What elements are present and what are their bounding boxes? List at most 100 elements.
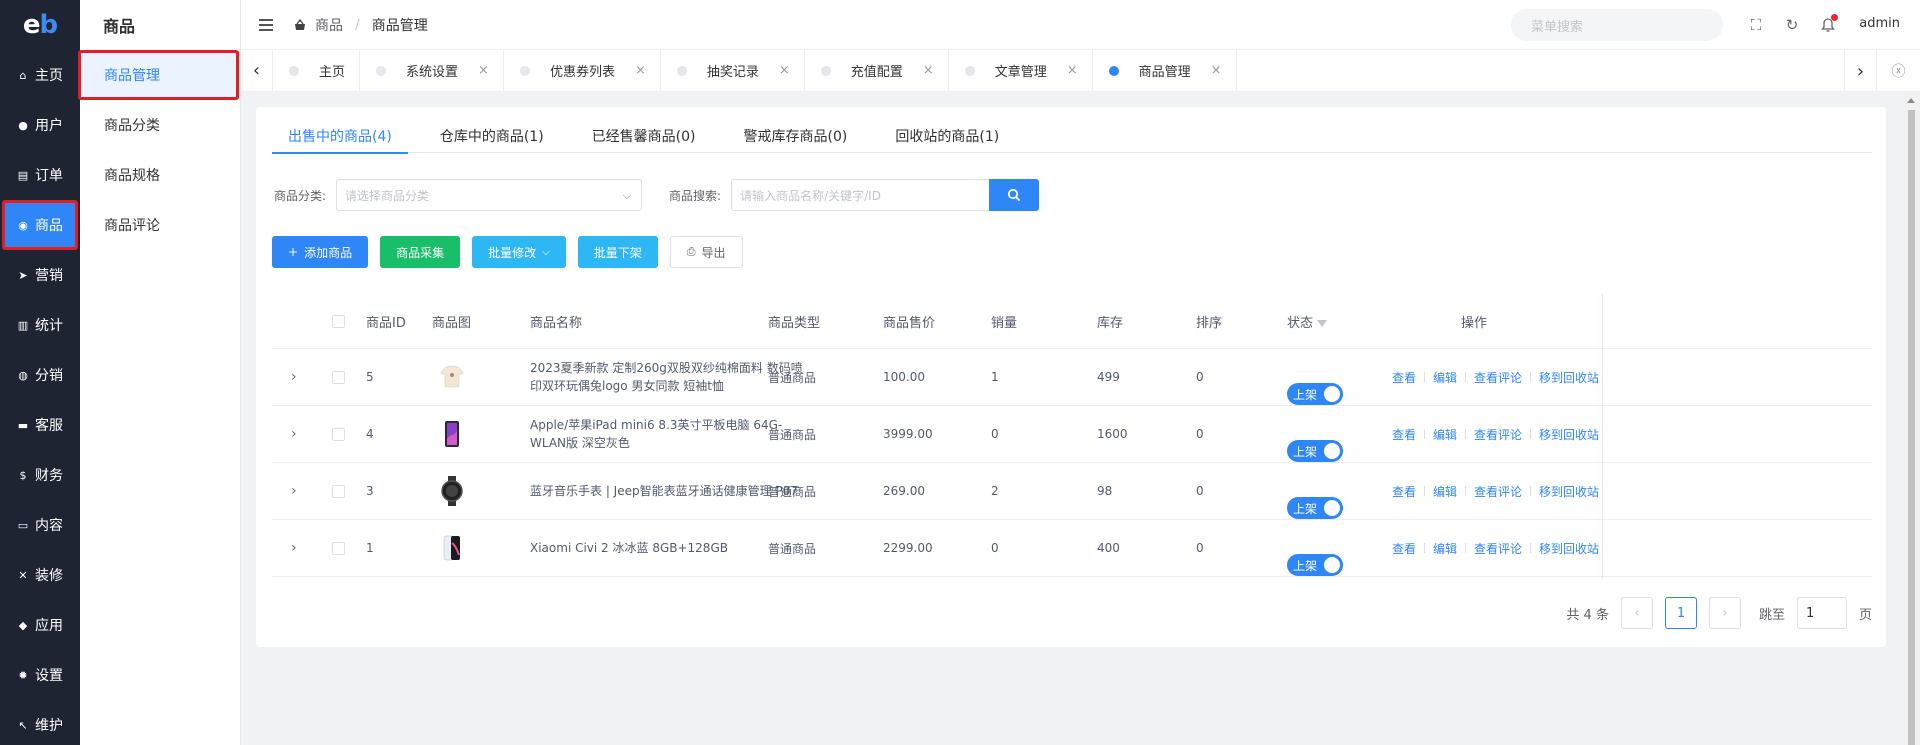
fullscreen-icon[interactable]: ⛶ xyxy=(1748,17,1764,33)
scroll-up-icon[interactable] xyxy=(1907,98,1915,103)
edit-link[interactable]: 编辑 xyxy=(1433,483,1457,500)
expand-row-icon[interactable]: › xyxy=(291,369,297,385)
view-comments-link[interactable]: 查看评论 xyxy=(1474,483,1522,500)
nav-item-hammer[interactable]: ↖ 维护 xyxy=(0,700,80,745)
export-button[interactable]: ⎙ 导出 xyxy=(669,236,743,268)
product-thumbnail[interactable] xyxy=(437,533,467,563)
app-logo[interactable]: eb xyxy=(0,0,80,50)
tab-item[interactable]: 仓库中的商品(1) xyxy=(424,119,560,153)
expand-row-icon[interactable]: › xyxy=(291,540,297,556)
tab-item[interactable]: 回收站的商品(1) xyxy=(879,119,1015,153)
move-to-trash-link[interactable]: 移到回收站 xyxy=(1539,369,1599,386)
user-name[interactable]: admin xyxy=(1859,16,1900,31)
tag-item[interactable]: 系统设置 × xyxy=(360,49,504,92)
page-number-button[interactable]: 1 xyxy=(1664,597,1697,629)
nav-item-gear[interactable]: ✹ 设置 xyxy=(0,650,80,700)
table-row[interactable]: › 5 2023夏季新款 定制260g双股双纱纯棉面料 数码喷印双环玩偶兔logo … xyxy=(272,349,1872,406)
nav-item-cube[interactable]: ◆ 应用 xyxy=(0,600,80,650)
nav-item-chart[interactable]: ▥ 统计 xyxy=(0,300,80,350)
product-thumbnail[interactable] xyxy=(437,362,467,392)
tags-scroll-right-icon[interactable]: › xyxy=(1844,50,1876,92)
batch-edit-button[interactable]: 批量修改 ⌵ xyxy=(472,236,566,268)
next-page-button[interactable]: › xyxy=(1708,597,1741,629)
close-icon[interactable]: × xyxy=(1211,63,1222,78)
nav-item-chat[interactable]: ▬ 客服 xyxy=(0,400,80,450)
submenu-item[interactable]: 商品规格 xyxy=(80,150,240,200)
tab-item[interactable]: 出售中的商品(4) xyxy=(272,119,408,154)
nav-item-home[interactable]: ⌂ 主页 xyxy=(0,50,80,100)
tag-item[interactable]: 抽奖记录 × xyxy=(661,49,805,92)
nav-item-cart[interactable]: ▤ 订单 xyxy=(0,150,80,200)
tags-scroll-left-icon[interactable]: ‹ xyxy=(241,49,273,92)
expand-row-icon[interactable]: › xyxy=(291,426,297,442)
submenu-item[interactable]: 商品管理 xyxy=(78,50,239,100)
row-checkbox[interactable] xyxy=(332,542,345,555)
expand-row-icon[interactable]: › xyxy=(291,483,297,499)
goto-page-input[interactable]: 1 xyxy=(1796,597,1847,629)
table-row[interactable]: › 1 Xiaomi Civi 2 冰冰蓝 8GB+128GB 普通商品 2299.00… xyxy=(272,520,1872,577)
row-checkbox[interactable] xyxy=(332,428,345,441)
tag-item[interactable]: 文章管理 × xyxy=(949,49,1093,92)
row-checkbox[interactable] xyxy=(332,371,345,384)
move-to-trash-link[interactable]: 移到回收站 xyxy=(1539,426,1599,443)
status-toggle[interactable]: 上架 xyxy=(1287,554,1343,576)
status-toggle[interactable]: 上架 xyxy=(1287,497,1343,519)
move-to-trash-link[interactable]: 移到回收站 xyxy=(1539,483,1599,500)
tag-item[interactable]: 商品管理 × xyxy=(1093,49,1237,92)
refresh-icon[interactable]: ↻ xyxy=(1784,17,1800,33)
submenu-item[interactable]: 商品评论 xyxy=(80,200,240,250)
view-link[interactable]: 查看 xyxy=(1392,369,1416,386)
move-to-trash-link[interactable]: 移到回收站 xyxy=(1539,540,1599,557)
status-toggle[interactable]: 上架 xyxy=(1287,383,1343,405)
view-comments-link[interactable]: 查看评论 xyxy=(1474,369,1522,386)
product-search-input[interactable]: 请输入商品名称/关键字/ID xyxy=(731,179,990,211)
nav-item-shop[interactable]: ◉ 商品 xyxy=(2,200,78,250)
table-row[interactable]: › 3 蓝牙音乐手表 | Jeep智能表蓝牙通话健康管理 P07 普通商品 269.00… xyxy=(272,463,1872,520)
tab-item[interactable]: 警戒库存商品(0) xyxy=(728,119,864,153)
tag-item[interactable]: 优惠券列表 × xyxy=(504,49,661,92)
view-link[interactable]: 查看 xyxy=(1392,426,1416,443)
close-icon[interactable]: × xyxy=(635,63,646,78)
nav-item-dollar[interactable]: $ 财务 xyxy=(0,450,80,500)
nav-item-tools[interactable]: ✕ 装修 xyxy=(0,550,80,600)
add-product-button[interactable]: + 添加商品 xyxy=(272,236,369,268)
nav-item-book[interactable]: ▭ 内容 xyxy=(0,500,80,550)
view-link[interactable]: 查看 xyxy=(1392,483,1416,500)
tag-item[interactable]: 充值配置 × xyxy=(805,49,949,92)
product-thumbnail[interactable] xyxy=(437,476,467,506)
product-thumbnail[interactable] xyxy=(437,419,467,449)
edit-link[interactable]: 编辑 xyxy=(1433,369,1457,386)
submenu-item[interactable]: 商品分类 xyxy=(80,100,240,150)
view-link[interactable]: 查看 xyxy=(1392,540,1416,557)
close-icon[interactable]: × xyxy=(779,63,790,78)
close-icon[interactable]: × xyxy=(478,63,489,78)
filter-icon[interactable] xyxy=(1317,319,1328,327)
menu-search-input[interactable]: 菜单搜索 xyxy=(1511,9,1723,41)
row-checkbox[interactable] xyxy=(332,485,345,498)
close-icon[interactable]: × xyxy=(923,63,934,78)
tab-item[interactable]: 已经售馨商品(0) xyxy=(576,119,712,153)
edit-link[interactable]: 编辑 xyxy=(1433,540,1457,557)
status-toggle[interactable]: 上架 xyxy=(1287,440,1343,462)
page-scrollbar[interactable] xyxy=(1903,92,1920,745)
batch-off-button[interactable]: 批量下架 xyxy=(577,236,658,268)
prev-page-button[interactable]: ‹ xyxy=(1620,597,1653,629)
close-all-tags-icon[interactable]: ⓧ xyxy=(1876,50,1920,92)
nav-item-user[interactable]: ● 用户 xyxy=(0,100,80,150)
view-comments-link[interactable]: 查看评论 xyxy=(1474,540,1522,557)
table-row[interactable]: › 4 Apple/苹果iPad mini6 8.3英寸平板电脑 64G-WLAN版… xyxy=(272,406,1872,463)
scrollbar-thumb[interactable] xyxy=(1908,110,1915,745)
bell-icon[interactable] xyxy=(1820,14,1838,33)
edit-link[interactable]: 编辑 xyxy=(1433,426,1457,443)
nav-item-group[interactable]: ◍ 分销 xyxy=(0,350,80,400)
menu-toggle-icon[interactable] xyxy=(259,18,273,31)
category-select[interactable]: 请选择商品分类 ⌵ xyxy=(336,179,643,211)
view-comments-link[interactable]: 查看评论 xyxy=(1474,426,1522,443)
breadcrumb-item[interactable]: 商品 xyxy=(315,15,343,35)
select-all-checkbox[interactable] xyxy=(332,314,345,328)
collect-product-button[interactable]: 商品采集 xyxy=(380,236,461,268)
tag-item[interactable]: 主页 xyxy=(273,49,361,92)
search-button[interactable] xyxy=(989,179,1040,211)
close-icon[interactable]: × xyxy=(1067,63,1078,78)
nav-item-send[interactable]: ➤ 营销 xyxy=(0,250,80,300)
